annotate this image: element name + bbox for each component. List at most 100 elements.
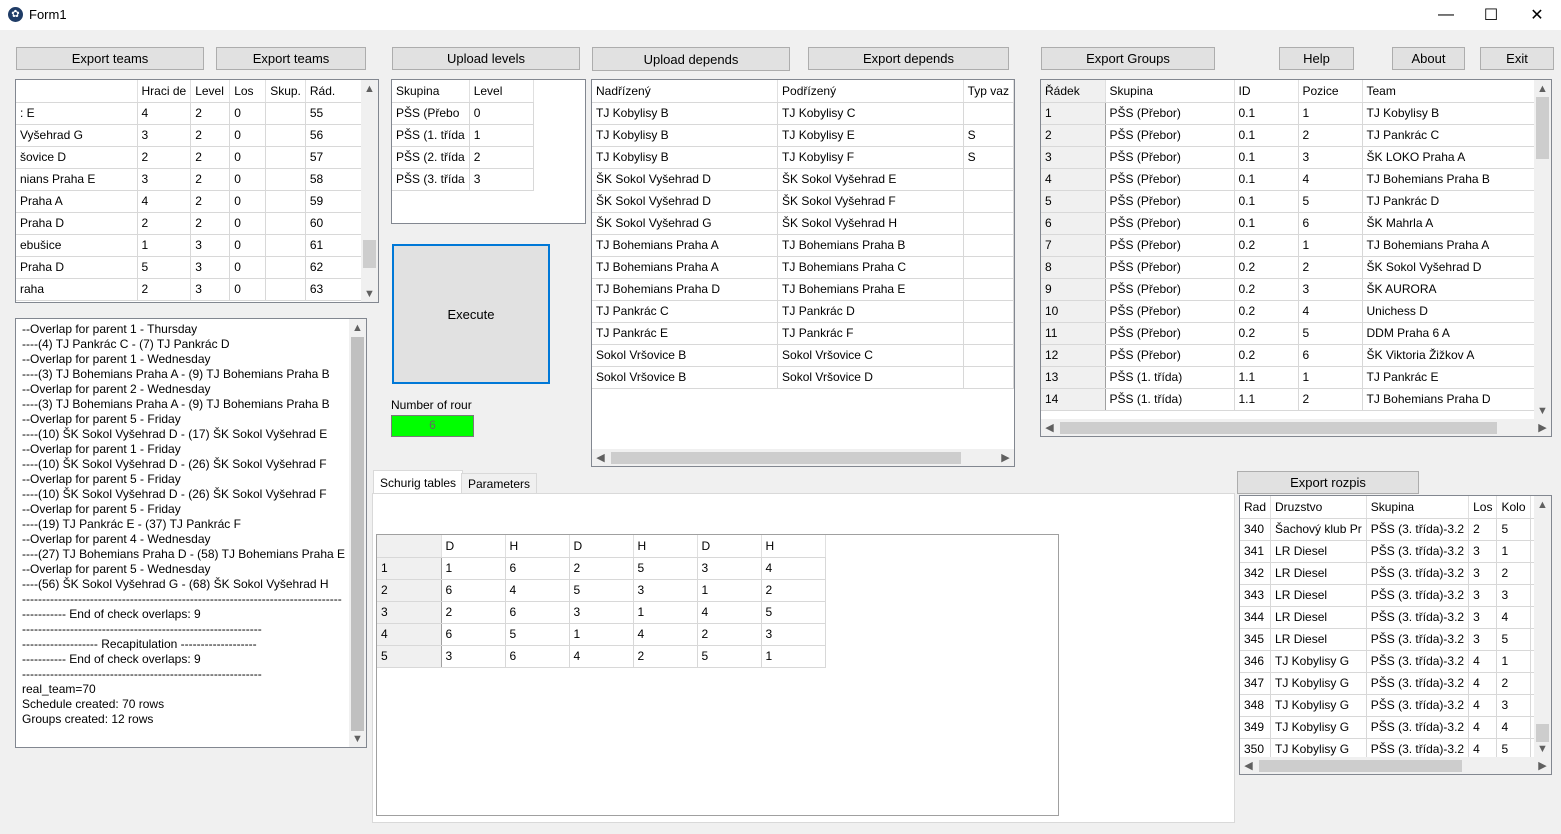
table-row[interactable]: 346TJ Kobylisy GPŠS (3. třída)-3.241Tues bbox=[1240, 650, 1551, 673]
row-header[interactable]: 5 bbox=[377, 645, 442, 668]
table-cell[interactable]: 1 bbox=[1298, 234, 1363, 257]
table-cell[interactable]: 2 bbox=[569, 557, 634, 580]
table-row[interactable]: TJ Bohemians Praha A TJ Bohemians Praha C bbox=[592, 256, 1014, 279]
table-row[interactable]: 349TJ Kobylisy GPŠS (3. třída)-3.244Thu bbox=[1240, 716, 1551, 739]
schurig-grid[interactable]: DHDHDH1162534264531232631454651423536425… bbox=[376, 534, 1059, 816]
table-cell[interactable] bbox=[265, 102, 306, 125]
scroll-right-icon[interactable]: ▶ bbox=[997, 449, 1014, 466]
table-cell[interactable]: S bbox=[963, 124, 1014, 147]
table-cell[interactable]: PŠS (Přebor) bbox=[1105, 168, 1235, 191]
table-cell[interactable]: 57 bbox=[305, 146, 370, 169]
table-cell[interactable] bbox=[963, 102, 1014, 125]
table-cell[interactable]: 1 bbox=[633, 601, 698, 624]
table-cell[interactable]: 4 bbox=[1468, 650, 1498, 673]
maximize-button[interactable]: ☐ bbox=[1468, 0, 1514, 30]
table-cell[interactable]: Šachový klub Pr bbox=[1270, 518, 1367, 541]
table-cell[interactable]: Praha D bbox=[16, 256, 138, 279]
table-cell[interactable]: TJ Pankrác E bbox=[1362, 366, 1537, 389]
table-cell[interactable]: PŠS (Přebor) bbox=[1105, 344, 1235, 367]
table-cell[interactable]: 2 bbox=[1298, 124, 1363, 147]
table-cell[interactable]: 0.1 bbox=[1234, 212, 1299, 235]
table-row[interactable]: Praha A 4 2 0 59 bbox=[16, 190, 370, 213]
table-cell[interactable]: nians Praha E bbox=[16, 168, 138, 191]
execute-button[interactable]: Execute bbox=[392, 244, 550, 384]
table-cell[interactable]: 1 bbox=[697, 579, 762, 602]
table-cell[interactable]: 1 bbox=[761, 645, 826, 668]
table-cell[interactable]: 0.1 bbox=[1234, 124, 1299, 147]
table-cell[interactable]: 0.1 bbox=[1234, 168, 1299, 191]
table-cell[interactable]: PŠS (Přebor) bbox=[1105, 300, 1235, 323]
table-cell[interactable]: 341 bbox=[1240, 540, 1272, 563]
row-header[interactable]: 2 bbox=[1041, 124, 1106, 147]
row-header[interactable]: 3 bbox=[377, 601, 442, 624]
table-cell[interactable]: 1.1 bbox=[1234, 366, 1299, 389]
about-button[interactable]: About bbox=[1392, 47, 1465, 70]
table-cell[interactable]: 0 bbox=[229, 102, 267, 125]
column-header[interactable]: Druzstvo bbox=[1270, 496, 1367, 519]
table-cell[interactable]: 5 bbox=[569, 579, 634, 602]
column-header[interactable]: Los bbox=[229, 80, 267, 103]
export-teams-2-button[interactable]: Export teams bbox=[216, 47, 366, 70]
table-row[interactable]: 7 PŠS (Přebor) 0.2 1 TJ Bohemians Praha A bbox=[1041, 234, 1537, 257]
table-cell[interactable]: 1 bbox=[469, 124, 534, 147]
table-cell[interactable] bbox=[963, 256, 1014, 279]
table-row[interactable]: 347TJ Kobylisy GPŠS (3. třída)-3.242Wro bbox=[1240, 672, 1551, 695]
table-cell[interactable]: Sokol Vršovice B bbox=[592, 366, 779, 389]
table-cell[interactable]: PŠS (3. třída)-3.2 bbox=[1366, 540, 1470, 563]
row-header[interactable]: 6 bbox=[1041, 212, 1106, 235]
table-cell[interactable]: 4 bbox=[137, 102, 192, 125]
column-header[interactable]: H bbox=[761, 535, 826, 558]
table-cell[interactable]: PŠS (Přebor) bbox=[1105, 256, 1235, 279]
table-row[interactable]: šovice D 2 2 0 57 bbox=[16, 146, 370, 169]
table-cell[interactable]: 6 bbox=[441, 623, 506, 646]
table-row[interactable]: ŠK Sokol Vyšehrad G ŠK Sokol Vyšehrad H bbox=[592, 212, 1014, 235]
help-button[interactable]: Help bbox=[1279, 47, 1354, 70]
column-header[interactable] bbox=[377, 535, 442, 558]
table-cell[interactable]: 5 bbox=[505, 623, 570, 646]
table-cell[interactable]: TJ Bohemians Praha A bbox=[592, 256, 779, 279]
table-cell[interactable]: 346 bbox=[1240, 650, 1272, 673]
row-header[interactable]: 10 bbox=[1041, 300, 1106, 323]
row-header[interactable]: 5 bbox=[1041, 190, 1106, 213]
scroll-thumb[interactable] bbox=[611, 452, 961, 464]
table-cell[interactable]: 2 bbox=[469, 146, 534, 169]
table-row[interactable]: 5 PŠS (Přebor) 0.1 5 TJ Pankrác D bbox=[1041, 190, 1537, 213]
table-cell[interactable]: LR Diesel bbox=[1270, 606, 1367, 629]
table-cell[interactable]: 0.2 bbox=[1234, 322, 1299, 345]
log-vscroll[interactable]: ▲ ▼ bbox=[349, 319, 366, 747]
table-cell[interactable]: PŠS (Přebor) bbox=[1105, 322, 1235, 345]
teams-grid[interactable]: Hraci de Level Los Skup. Rád.: E 4 2 0 55 Vyšehr… bbox=[15, 79, 379, 303]
table-row[interactable]: TJ Kobylisy B TJ Kobylisy ES bbox=[592, 124, 1014, 147]
groups-vscroll[interactable]: ▲ ▼ bbox=[1534, 80, 1551, 419]
column-header[interactable]: Typ vaz bbox=[963, 80, 1014, 103]
table-row[interactable]: TJ Pankrác E TJ Pankrác F bbox=[592, 322, 1014, 345]
table-cell[interactable]: TJ Bohemians Praha B bbox=[1362, 168, 1537, 191]
column-header[interactable]: Podřízený bbox=[777, 80, 964, 103]
scroll-down-icon[interactable]: ▼ bbox=[349, 730, 366, 747]
table-cell[interactable] bbox=[265, 212, 306, 235]
table-cell[interactable]: ŠK Sokol Vyšehrad G bbox=[592, 212, 779, 235]
table-cell[interactable]: TJ Pankrác D bbox=[777, 300, 964, 323]
row-header[interactable]: 1 bbox=[377, 557, 442, 580]
table-cell[interactable]: 2 bbox=[137, 278, 192, 301]
table-cell[interactable]: 58 bbox=[305, 168, 370, 191]
scroll-down-icon[interactable]: ▼ bbox=[1534, 740, 1551, 757]
table-cell[interactable]: Sokol Vršovice B bbox=[592, 344, 779, 367]
table-cell[interactable]: TJ Kobylisy F bbox=[777, 146, 964, 169]
table-cell[interactable]: 0 bbox=[229, 124, 267, 147]
table-cell[interactable]: 0.1 bbox=[1234, 146, 1299, 169]
export-depends-button[interactable]: Export depends bbox=[808, 47, 1009, 70]
table-cell[interactable]: 0 bbox=[229, 146, 267, 169]
table-row[interactable]: 14 PŠS (1. třída) 1.1 2 TJ Bohemians Praha D bbox=[1041, 388, 1537, 411]
table-cell[interactable] bbox=[265, 234, 306, 257]
table-cell[interactable]: TJ Pankrác E bbox=[592, 322, 779, 345]
table-cell[interactable]: TJ Bohemians Praha A bbox=[1362, 234, 1537, 257]
column-header[interactable]: Skup. bbox=[265, 80, 306, 103]
table-cell[interactable]: PŠS (Přebor) bbox=[1105, 102, 1235, 125]
table-cell[interactable]: TJ Kobylisy G bbox=[1270, 716, 1367, 739]
table-cell[interactable]: : E bbox=[16, 102, 138, 125]
table-cell[interactable]: 340 bbox=[1240, 518, 1272, 541]
table-cell[interactable]: 2 bbox=[137, 146, 192, 169]
table-row[interactable]: 344LR DieselPŠS (3. třída)-3.234Wec bbox=[1240, 606, 1551, 629]
table-row[interactable]: TJ Bohemians Praha D TJ Bohemians Praha E bbox=[592, 278, 1014, 301]
